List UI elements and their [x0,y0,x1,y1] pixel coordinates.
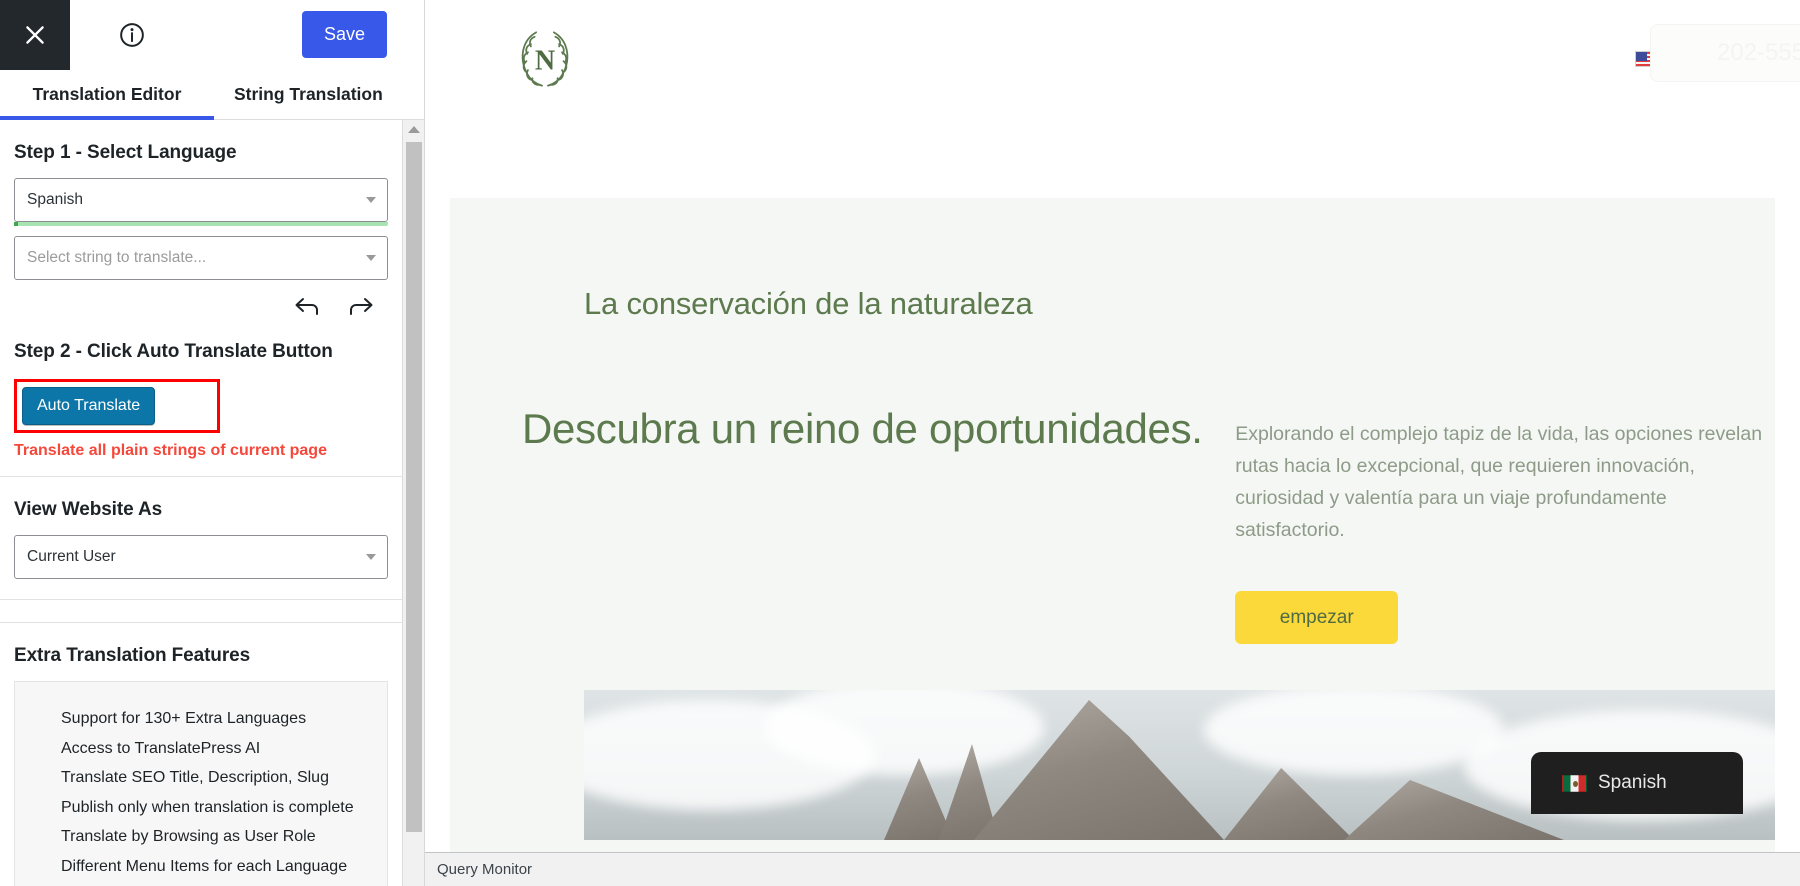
view-website-as-value: Current User [27,548,116,565]
extra-features-list: Support for 130+ Extra Languages Access t… [61,704,387,886]
hero-right-column: Explorando el complejo tapiz de la vida,… [1235,404,1775,644]
extra-feature-item: Access to TranslatePress AI [61,739,261,757]
chevron-down-icon [366,197,376,203]
auto-translate-helper-text: Translate all plain strings of current p… [14,442,327,459]
website-preview: N Inglés 202-555- La conservación de la … [425,0,1800,886]
info-icon[interactable] [115,18,149,52]
extra-feature-item: Publish only when translation is complet… [61,798,354,816]
hero-title: Descubra un reino de oportunidades. [522,405,1203,452]
tab-string-translation-label: String Translation [234,84,383,104]
redo-glyph [350,298,373,315]
extra-features-box: Support for 130+ Extra Languages Access t… [14,681,388,886]
step1-section: Step 1 - Select Language Spanish Select … [0,120,402,331]
chevron-down-icon [366,554,376,560]
hero-left-column: Descubra un reino de oportunidades. [522,404,1235,644]
hero-columns: Descubra un reino de oportunidades. Expl… [450,322,1775,644]
auto-translate-highlight: Auto Translate [14,379,221,433]
extra-features-heading: Extra Translation Features [14,645,251,666]
hero-section: La conservación de la naturaleza Descubr… [450,198,1775,852]
cloud-shape [1204,690,1504,775]
translation-editor-sidebar: Save Translation Editor String Translati… [0,0,425,886]
undo-icon[interactable] [294,296,321,317]
auto-translate-button[interactable]: Auto Translate [22,387,156,425]
scrollbar-thumb[interactable] [406,142,422,832]
laurel-wreath-n-logo[interactable]: N [508,22,582,96]
sidebar-scrollbar[interactable] [402,120,424,886]
close-icon[interactable] [0,0,70,70]
view-website-as-section: View Website As Current User [0,477,402,599]
scroll-up-arrow-icon[interactable] [407,126,420,133]
extra-features-section: Extra Translation Features Support for 1… [0,623,402,886]
language-select[interactable]: Spanish [14,178,388,222]
step2-heading: Step 2 - Click Auto Translate Button [14,341,333,362]
extra-feature-item: Automatic User Language Detection [61,881,387,886]
mexico-flag-icon [1562,774,1587,792]
site-header: N Inglés 202-555- [425,0,1800,118]
close-glyph [26,26,44,44]
tab-translation-editor-label: Translation Editor [32,84,182,104]
query-monitor-label: Query Monitor [437,861,533,878]
extra-feature-item: Support for 130+ Extra Languages [61,710,307,727]
logo-letter: N [535,45,555,76]
info-glyph [120,23,144,47]
string-select[interactable]: Select string to translate... [14,236,388,280]
sidebar-content: Step 1 - Select Language Spanish Select … [0,120,402,886]
extra-feature-item: Translate by Browsing as User Role [61,828,316,845]
undo-redo-controls [14,286,388,317]
extra-feature-item: Different Menu Items for each Language [61,857,348,875]
query-monitor-bar[interactable]: Query Monitor [425,852,1800,886]
step2-section: Step 2 - Click Auto Translate Button Aut… [0,331,402,476]
phone-button[interactable]: 202-555- [1650,24,1800,82]
string-select-placeholder: Select string to translate... [27,249,207,266]
view-website-as-select[interactable]: Current User [14,535,388,579]
view-website-as-heading: View Website As [14,499,163,520]
save-button[interactable]: Save [301,11,387,58]
sidebar-scroll-area: Step 1 - Select Language Spanish Select … [0,120,424,886]
hero-paragraph: Explorando el complejo tapiz de la vida,… [1235,423,1763,541]
extra-feature-item: Translate SEO Title, Description, Slug [61,769,329,786]
editor-topbar: Save [0,0,424,70]
undo-glyph [295,298,318,315]
logo-glyph: N [521,31,569,87]
language-select-value: Spanish [27,191,84,208]
language-select-progress [14,222,388,226]
floating-language-badge-label: Spanish [1598,772,1667,793]
chevron-down-icon [366,255,376,261]
floating-language-badge[interactable]: Spanish [1531,752,1743,814]
tab-translation-editor[interactable]: Translation Editor [0,70,214,120]
redo-icon[interactable] [347,296,374,317]
mountain-peak [1224,768,1354,840]
hero-eyebrow: La conservación de la naturaleza [584,286,1033,321]
app-root: Save Translation Editor String Translati… [0,0,1800,886]
cta-empezar-button[interactable]: empezar [1235,591,1399,644]
editor-tabs: Translation Editor String Translation [0,70,424,120]
tab-string-translation[interactable]: String Translation [214,70,403,119]
header-right-cluster: Inglés 202-555- [1634,0,1800,118]
step1-heading: Step 1 - Select Language [14,142,237,163]
